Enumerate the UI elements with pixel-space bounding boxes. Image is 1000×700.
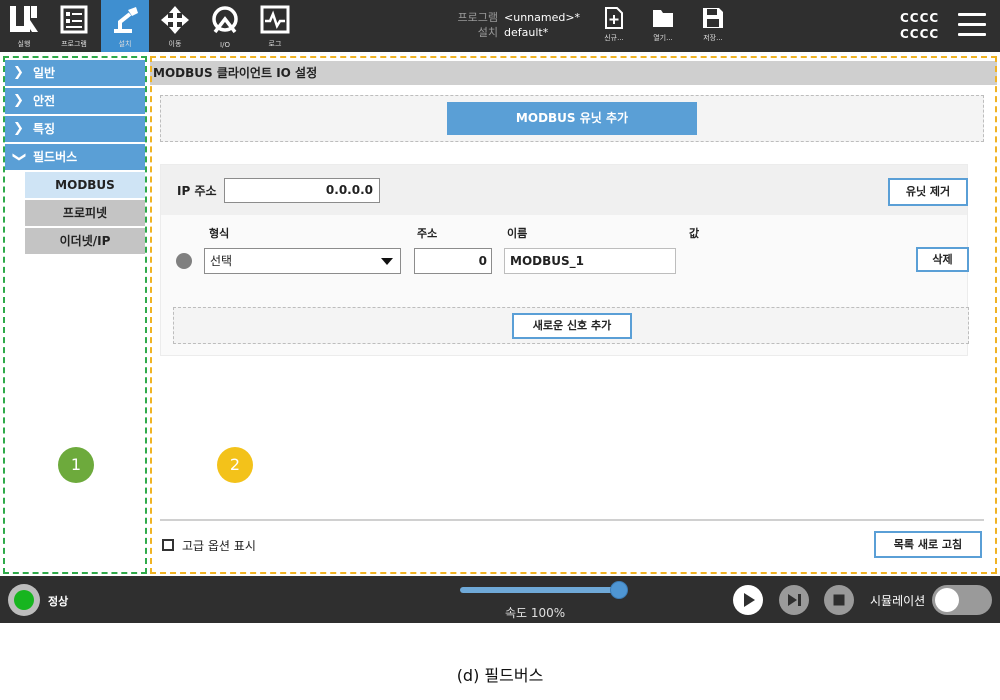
nav-move-label: 이동 xyxy=(168,40,182,48)
simulation-toggle[interactable] xyxy=(932,585,992,615)
save-file-label: 저장... xyxy=(703,34,723,42)
footer-bar: 정상 속도 100% 시뮬레이션 xyxy=(0,576,1000,623)
nav-program[interactable]: 프로그램 xyxy=(50,0,98,52)
folder-icon xyxy=(653,10,673,27)
user-display: CCCC CCCC xyxy=(900,10,939,42)
nav-installation[interactable]: 설치 xyxy=(101,0,149,52)
program-info: 프로그램 <unnamed>* 설치 default* xyxy=(440,10,581,40)
installation-key: 설치 xyxy=(477,26,498,39)
new-file-button[interactable]: 신규... xyxy=(594,6,634,43)
program-key: 프로그램 xyxy=(457,11,498,24)
save-icon xyxy=(703,8,723,28)
nav-log-label: 로그 xyxy=(268,40,282,48)
toggle-knob xyxy=(935,588,959,612)
installation-name: default* xyxy=(504,26,549,39)
open-file-label: 열기... xyxy=(653,34,673,42)
ur-logo-icon xyxy=(10,6,38,32)
region-1-frame xyxy=(3,56,147,574)
region-2-frame xyxy=(150,56,997,574)
nav-program-label: 프로그램 xyxy=(61,40,87,48)
open-file-button[interactable]: 열기... xyxy=(643,6,683,43)
speed-label: 속도 100% xyxy=(505,606,566,620)
nav-installation-label: 설치 xyxy=(118,40,132,48)
user-line-2: CCCC xyxy=(900,27,940,41)
program-icon xyxy=(60,5,88,34)
io-icon xyxy=(212,6,238,34)
nav-log[interactable]: 로그 xyxy=(251,0,299,52)
menu-icon[interactable] xyxy=(958,13,986,37)
simulation-label: 시뮬레이션 xyxy=(870,594,926,608)
speed-slider-track[interactable] xyxy=(460,587,620,593)
stop-button[interactable] xyxy=(824,585,854,615)
nav-move[interactable]: 이동 xyxy=(151,0,199,52)
nav-io-label: I/O xyxy=(220,41,230,49)
robot-status: 정상 xyxy=(48,595,69,608)
play-button[interactable] xyxy=(733,585,763,615)
region-2-badge: 2 xyxy=(217,447,253,483)
nav-io[interactable]: I/O xyxy=(201,0,249,52)
robot-arm-icon xyxy=(114,7,138,33)
nav-run[interactable]: 실행 xyxy=(0,0,48,52)
save-file-button[interactable]: 저장... xyxy=(693,6,733,43)
nav-run-label: 실행 xyxy=(17,40,31,48)
speed-slider-handle[interactable] xyxy=(610,581,628,599)
log-icon xyxy=(260,5,290,34)
region-1-badge: 1 xyxy=(58,447,94,483)
figure-caption: (d) 필드버스 xyxy=(456,666,544,685)
move-arrows-icon xyxy=(161,6,189,34)
top-bar: 실행 프로그램 설치 이동 I/O 로그 프로그램 <unnamed>* 설치 … xyxy=(0,0,1000,52)
stop-icon xyxy=(833,594,845,606)
play-icon xyxy=(744,593,755,607)
status-light-icon xyxy=(14,590,34,610)
step-button[interactable] xyxy=(779,585,809,615)
new-file-icon xyxy=(605,7,623,29)
program-name: <unnamed>* xyxy=(504,11,581,24)
step-icon xyxy=(788,594,801,606)
new-file-label: 신규... xyxy=(604,34,624,42)
power-button[interactable] xyxy=(8,584,40,616)
user-line-1: CCCC xyxy=(900,11,940,25)
